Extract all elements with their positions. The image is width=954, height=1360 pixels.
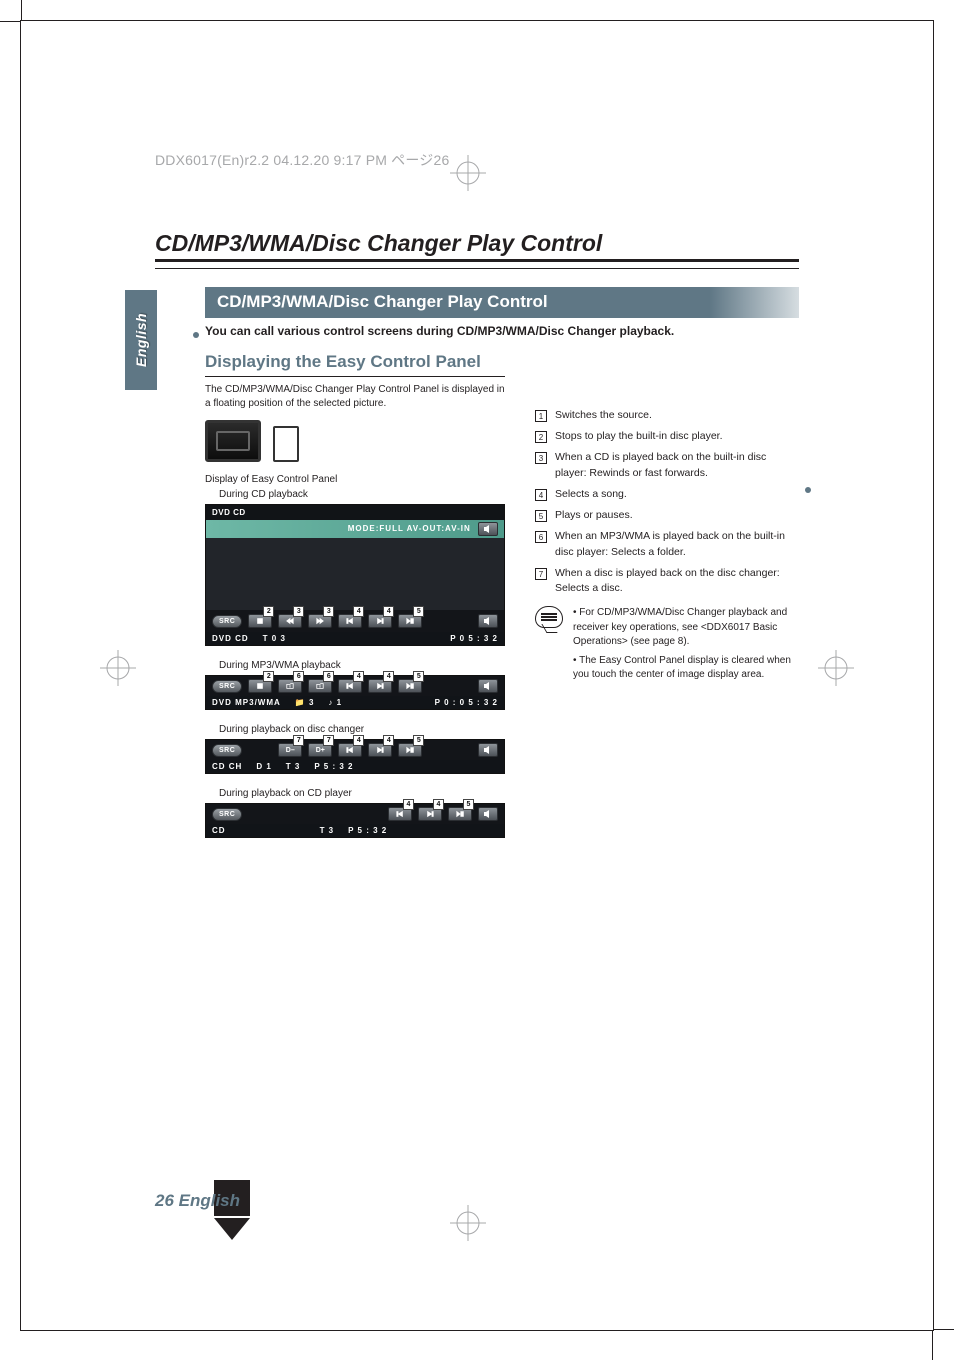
caption-mp3: During MP3/WMA playback xyxy=(219,660,505,671)
info-time: P 0 : 0 5 : 3 2 xyxy=(435,698,498,707)
src-button[interactable]: SRC xyxy=(212,615,242,628)
next-track-button[interactable]: 4 xyxy=(368,743,392,757)
list-item: 6When an MP3/WMA is played back on the b… xyxy=(535,529,799,559)
play-pause-button[interactable]: 5 xyxy=(398,743,422,757)
note-item: For CD/MP3/WMA/Disc Changer playback and… xyxy=(573,606,799,650)
folder-next-button[interactable]: 6 xyxy=(308,679,332,693)
list-item: 1Switches the source. xyxy=(535,408,799,423)
src-button[interactable]: SRC xyxy=(212,680,242,693)
info-source: DVD MP3/WMA xyxy=(212,698,281,707)
rewind-button[interactable]: 3 xyxy=(278,614,302,628)
src-button[interactable]: SRC xyxy=(212,744,242,757)
list-item: 2Stops to play the built-in disc player. xyxy=(535,429,799,444)
thumbnail-row xyxy=(205,420,505,462)
list-item: 7When a disc is played back on the disc … xyxy=(535,566,799,596)
registration-mark-icon xyxy=(450,1205,486,1241)
info-track: T 3 xyxy=(320,826,335,835)
bullet-dot-icon xyxy=(805,487,811,493)
stop-button[interactable]: 2 xyxy=(248,679,272,693)
list-item: 4Selects a song. xyxy=(535,487,799,502)
info-row: CD CH D 1 T 3 P 5 : 3 2 xyxy=(206,760,504,773)
button-row: SRC 4 4 5 xyxy=(206,804,504,824)
panel-title: DVD CD xyxy=(206,505,504,520)
speaker-icon xyxy=(478,522,498,536)
caption-cdplayer: During playback on CD player xyxy=(219,788,505,799)
next-track-button[interactable]: 4 xyxy=(368,679,392,693)
panel-body xyxy=(206,538,504,610)
info-disc: D 1 xyxy=(256,762,271,771)
caption-display: Display of Easy Control Panel xyxy=(205,474,505,485)
folder-icon: 📁 3 xyxy=(295,698,315,707)
section-title: CD/MP3/WMA/Disc Changer Play Control xyxy=(155,230,799,262)
note-bullets: For CD/MP3/WMA/Disc Changer playback and… xyxy=(573,606,799,687)
prev-track-button[interactable]: 4 xyxy=(338,743,362,757)
note-block: For CD/MP3/WMA/Disc Changer playback and… xyxy=(535,606,799,687)
forward-button[interactable]: 3 xyxy=(308,614,332,628)
sub-heading: Displaying the Easy Control Panel xyxy=(205,352,505,377)
button-row: SRC 2 6 6 4 4 5 xyxy=(206,676,504,696)
speaker-icon xyxy=(478,614,498,628)
info-row: DVD MP3/WMA 📁 3 ♪ 1 P 0 : 0 5 : 3 2 xyxy=(206,696,504,709)
prev-track-button[interactable]: 4 xyxy=(338,614,362,628)
info-time: P 5 : 3 2 xyxy=(348,826,387,835)
info-row: CD T 3 P 5 : 3 2 xyxy=(206,824,504,837)
info-source: CD xyxy=(212,826,226,835)
registration-mark-icon xyxy=(100,650,136,686)
info-time: P 0 5 : 3 2 xyxy=(450,634,498,643)
prev-track-button[interactable]: 4 xyxy=(388,807,412,821)
button-row: SRC 2 3 3 4 4 5 xyxy=(206,610,504,632)
lead-text: You can call various control screens dur… xyxy=(205,324,799,338)
speaker-icon xyxy=(478,679,498,693)
print-header: DDX6017(En)r2.2 04.12.20 9:17 PM ページ26 xyxy=(155,150,449,170)
rule xyxy=(155,268,799,269)
changer-control-panel: SRC D–7 D+7 4 4 5 CD CH D 1 T 3 P 5 : 3 … xyxy=(205,739,505,774)
screen-thumb-icon xyxy=(205,420,261,462)
next-track-button[interactable]: 4 xyxy=(368,614,392,628)
play-pause-button[interactable]: 5 xyxy=(448,807,472,821)
banner-heading: CD/MP3/WMA/Disc Changer Play Control xyxy=(205,287,799,318)
speaker-icon xyxy=(478,743,498,757)
info-source: CD CH xyxy=(212,762,242,771)
cd-control-panel: DVD CD MODE:FULL AV-OUT:AV-IN SRC 2 3 3 … xyxy=(205,504,505,646)
info-track: T 0 3 xyxy=(263,634,286,643)
disc-next-button[interactable]: D+7 xyxy=(308,743,332,757)
mode-strip: MODE:FULL AV-OUT:AV-IN xyxy=(206,520,504,538)
caption-changer: During playback on disc changer xyxy=(219,724,505,735)
next-track-button[interactable]: 4 xyxy=(418,807,442,821)
note-icon xyxy=(535,606,563,628)
info-row: DVD CD T 0 3 P 0 5 : 3 2 xyxy=(206,632,504,645)
cdplayer-control-panel: SRC 4 4 5 CD T 3 P 5 : 3 2 xyxy=(205,803,505,838)
bullet-dot-icon xyxy=(193,332,199,338)
registration-mark-icon xyxy=(818,650,854,686)
info-time: P 5 : 3 2 xyxy=(314,762,353,771)
play-pause-button[interactable]: 5 xyxy=(398,679,422,693)
info-source: DVD CD xyxy=(212,634,249,643)
speaker-icon xyxy=(478,807,498,821)
info-track: T 3 xyxy=(286,762,301,771)
folder-prev-button[interactable]: 6 xyxy=(278,679,302,693)
registration-mark-icon xyxy=(450,155,486,191)
callout-list: 1Switches the source. 2Stops to play the… xyxy=(535,408,799,596)
page-footer: 26 English xyxy=(155,1191,240,1211)
stop-button[interactable]: 2 xyxy=(248,614,272,628)
prev-track-button[interactable]: 4 xyxy=(338,679,362,693)
button-row: SRC D–7 D+7 4 4 5 xyxy=(206,740,504,760)
play-pause-button[interactable]: 5 xyxy=(398,614,422,628)
list-item: 3When a CD is played back on the built-i… xyxy=(535,450,799,480)
note-icon: ♪ 1 xyxy=(328,698,342,707)
language-tab: English xyxy=(125,290,157,390)
mode-text: MODE:FULL AV-OUT:AV-IN xyxy=(348,525,471,534)
src-button[interactable]: SRC xyxy=(212,808,242,821)
note-item: The Easy Control Panel display is cleare… xyxy=(573,654,799,683)
caption-cd: During CD playback xyxy=(219,489,505,500)
panel-thumb-icon xyxy=(273,426,299,462)
mp3-control-panel: SRC 2 6 6 4 4 5 DVD MP3/WMA 📁 3 ♪ 1 P 0 … xyxy=(205,675,505,710)
disc-prev-button[interactable]: D–7 xyxy=(278,743,302,757)
intro-paragraph: The CD/MP3/WMA/Disc Changer Play Control… xyxy=(205,383,505,410)
list-item: 5Plays or pauses. xyxy=(535,508,799,523)
